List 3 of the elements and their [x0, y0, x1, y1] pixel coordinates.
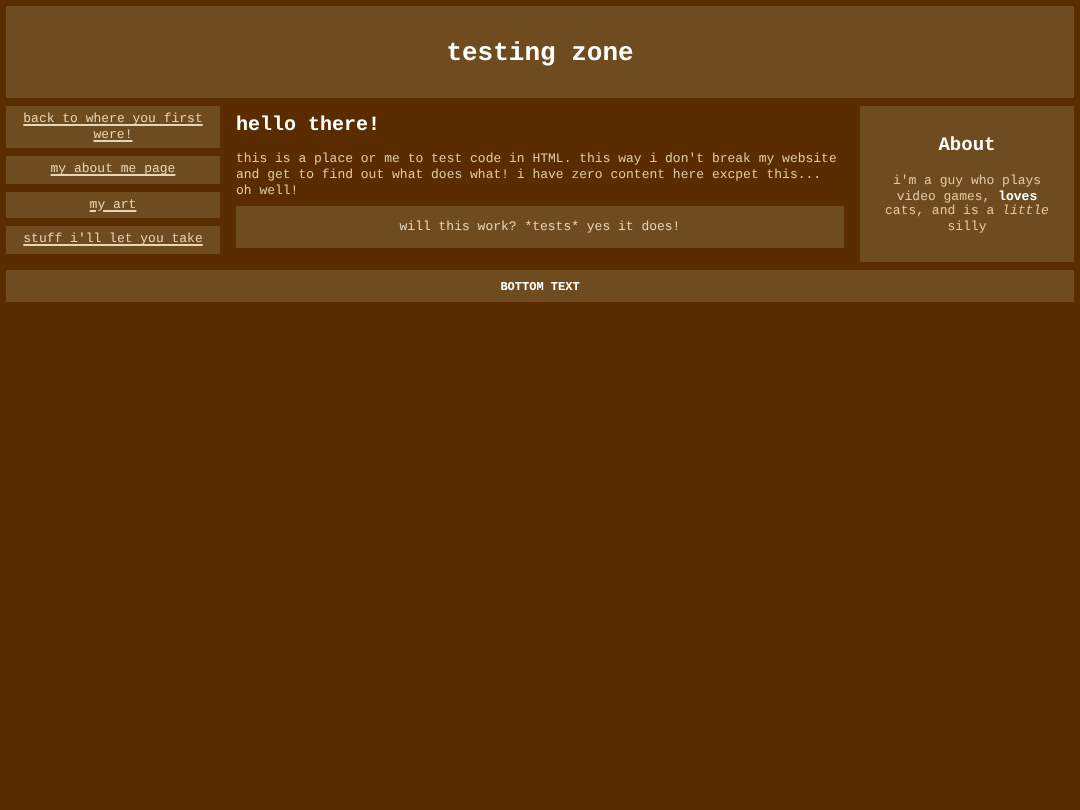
main-heading: hello there! — [236, 116, 383, 138]
site-title: testing zone — [446, 37, 634, 67]
about-title: About — [938, 134, 996, 156]
